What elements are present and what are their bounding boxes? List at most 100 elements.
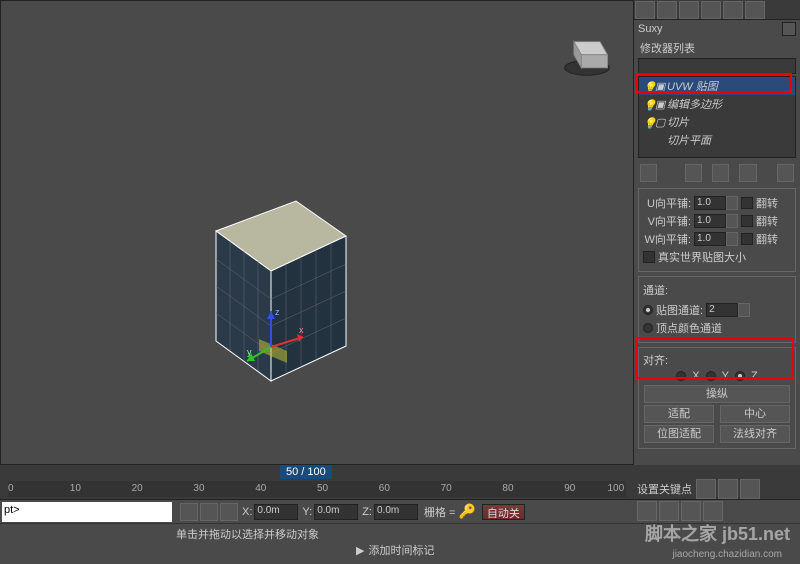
v-tile-label: V向平铺: bbox=[643, 213, 691, 229]
next-key-icon[interactable] bbox=[740, 479, 760, 499]
v-tile-spinner[interactable]: 1.0 bbox=[694, 214, 738, 228]
vertex-color-radio[interactable] bbox=[643, 323, 653, 333]
channel-label: 通道: bbox=[643, 281, 791, 300]
remove-modifier-icon[interactable] bbox=[739, 164, 756, 182]
auto-key-button[interactable]: 自动关 bbox=[482, 504, 525, 520]
x-label: X: bbox=[242, 506, 252, 518]
script-listener[interactable]: pt> bbox=[2, 502, 172, 522]
viewport-3d[interactable]: z x y bbox=[0, 0, 634, 465]
time-ruler[interactable]: 0 10 20 30 40 50 60 70 80 90 100 bbox=[8, 481, 626, 497]
flip-label: 翻转 bbox=[756, 195, 778, 211]
move-gizmo[interactable]: z x y bbox=[241, 301, 321, 381]
stack-toolbar bbox=[638, 162, 796, 184]
prev-key-icon[interactable] bbox=[696, 479, 716, 499]
stack-item-label: UVW 贴图 bbox=[667, 78, 718, 94]
channel-rollout: 通道: 贴图通道: 2 顶点颜色通道 bbox=[638, 276, 796, 343]
nav-pan-icon[interactable] bbox=[637, 501, 657, 521]
center-button[interactable]: 中心 bbox=[720, 405, 790, 423]
stack-uvw-map[interactable]: 💡 ▣ UVW 贴图 bbox=[639, 77, 795, 95]
selection-lock-icon[interactable] bbox=[200, 503, 218, 521]
grid-label: 栅格 = bbox=[424, 504, 455, 520]
u-tile-label: U向平铺: bbox=[643, 195, 691, 211]
z-label: Z: bbox=[362, 506, 372, 518]
x-value[interactable]: 0.0m bbox=[254, 504, 298, 520]
object-name[interactable]: Suxy bbox=[638, 23, 782, 35]
pin-stack-icon[interactable] bbox=[640, 164, 657, 182]
add-time-tag[interactable]: 添加时间标记 bbox=[368, 542, 434, 558]
show-end-result-icon[interactable] bbox=[685, 164, 702, 182]
flip-label: 翻转 bbox=[756, 213, 778, 229]
y-value[interactable]: 0.0m bbox=[314, 504, 358, 520]
modify-tab-icon[interactable] bbox=[657, 1, 677, 19]
command-panel-tabs bbox=[634, 0, 800, 20]
align-x-radio[interactable] bbox=[676, 371, 686, 381]
frame-indicator[interactable]: 50 / 100 bbox=[280, 465, 332, 479]
lock-icon[interactable] bbox=[180, 503, 198, 521]
real-world-checkbox[interactable] bbox=[643, 251, 655, 263]
transform-toolbar bbox=[180, 503, 238, 521]
w-tile-spinner[interactable]: 1.0 bbox=[694, 232, 738, 246]
stack-edit-poly[interactable]: 💡 ▣ 编辑多边形 bbox=[639, 95, 795, 113]
transform-type-icon[interactable] bbox=[220, 503, 238, 521]
svg-text:x: x bbox=[299, 325, 304, 335]
bitmap-fit-button[interactable]: 位图适配 bbox=[644, 425, 714, 443]
object-color-swatch[interactable] bbox=[782, 22, 796, 36]
key-icon[interactable]: 🔑 bbox=[458, 503, 475, 520]
nav-orbit-icon[interactable] bbox=[681, 501, 701, 521]
align-z-radio[interactable] bbox=[735, 371, 745, 381]
v-flip-checkbox[interactable] bbox=[741, 215, 753, 227]
collapse-icon[interactable]: ▢ bbox=[655, 116, 665, 129]
play-icon[interactable] bbox=[718, 479, 738, 499]
key-controls: 设置关键点 bbox=[636, 478, 796, 522]
set-key-label[interactable]: 设置关键点 bbox=[637, 481, 692, 497]
modifier-stack[interactable]: 💡 ▣ UVW 贴图 💡 ▣ 编辑多边形 💡 ▢ 切片 切片平面 bbox=[638, 76, 796, 158]
status-message: 单击并拖动以选择并移动对象 bbox=[176, 529, 319, 541]
nav-max-icon[interactable] bbox=[703, 501, 723, 521]
modifier-list-dropdown[interactable] bbox=[638, 58, 796, 74]
utilities-tab-icon[interactable] bbox=[745, 1, 765, 19]
make-unique-icon[interactable] bbox=[712, 164, 729, 182]
modifier-list-label: 修改器列表 bbox=[634, 38, 800, 58]
u-tile-spinner[interactable]: 1.0 bbox=[694, 196, 738, 210]
modify-panel: Suxy 修改器列表 💡 ▣ UVW 贴图 💡 ▣ 编辑多边形 💡 ▢ 切片 切… bbox=[634, 0, 800, 465]
real-world-label: 真实世界贴图大小 bbox=[658, 249, 746, 265]
map-channel-label: 贴图通道: bbox=[656, 302, 703, 318]
align-y-radio[interactable] bbox=[706, 371, 716, 381]
expand-icon[interactable]: ▣ bbox=[655, 98, 665, 111]
motion-tab-icon[interactable] bbox=[701, 1, 721, 19]
fit-button[interactable]: 适配 bbox=[644, 405, 714, 423]
stack-slice[interactable]: 💡 ▢ 切片 bbox=[639, 113, 795, 131]
mapping-rollout: U向平铺: 1.0 翻转 V向平铺: 1.0 翻转 W向平铺: 1.0 翻转 真… bbox=[638, 188, 796, 272]
u-flip-checkbox[interactable] bbox=[741, 197, 753, 209]
timeline[interactable]: 50 / 100 0 10 20 30 40 50 60 70 80 90 10… bbox=[0, 465, 634, 499]
configure-sets-icon[interactable] bbox=[777, 164, 794, 182]
stack-item-label: 编辑多边形 bbox=[667, 96, 722, 112]
tag-icon[interactable]: ▶ bbox=[356, 544, 364, 557]
display-tab-icon[interactable] bbox=[723, 1, 743, 19]
normal-align-button[interactable]: 法线对齐 bbox=[720, 425, 790, 443]
z-value[interactable]: 0.0m bbox=[374, 504, 418, 520]
stack-item-label: 切片平面 bbox=[667, 132, 711, 148]
alignment-rollout: 对齐: X Y Z 操纵 适配 中心 位图适配 法线对齐 bbox=[638, 347, 796, 449]
watermark-sub: jiaocheng.chazidian.com bbox=[672, 549, 782, 560]
bulb-icon[interactable]: 💡 bbox=[643, 99, 653, 109]
viewcube[interactable] bbox=[559, 23, 615, 79]
expand-icon[interactable]: ▣ bbox=[655, 80, 665, 93]
stack-slice-plane[interactable]: 切片平面 bbox=[663, 131, 795, 149]
map-channel-spinner[interactable]: 2 bbox=[706, 303, 750, 317]
vertex-color-label: 顶点颜色通道 bbox=[656, 320, 722, 336]
bulb-icon[interactable]: 💡 bbox=[643, 81, 653, 91]
nav-zoom-icon[interactable] bbox=[659, 501, 679, 521]
stack-item-label: 切片 bbox=[667, 114, 689, 130]
w-tile-label: W向平铺: bbox=[643, 231, 691, 247]
manipulate-button[interactable]: 操纵 bbox=[644, 385, 790, 403]
hierarchy-tab-icon[interactable] bbox=[679, 1, 699, 19]
y-label: Y: bbox=[302, 506, 312, 518]
map-channel-radio[interactable] bbox=[643, 305, 653, 315]
flip-label: 翻转 bbox=[756, 231, 778, 247]
create-tab-icon[interactable] bbox=[635, 1, 655, 19]
alignment-label: 对齐: bbox=[643, 352, 791, 368]
bulb-icon[interactable]: 💡 bbox=[643, 117, 653, 127]
w-flip-checkbox[interactable] bbox=[741, 233, 753, 245]
svg-text:y: y bbox=[247, 347, 252, 357]
